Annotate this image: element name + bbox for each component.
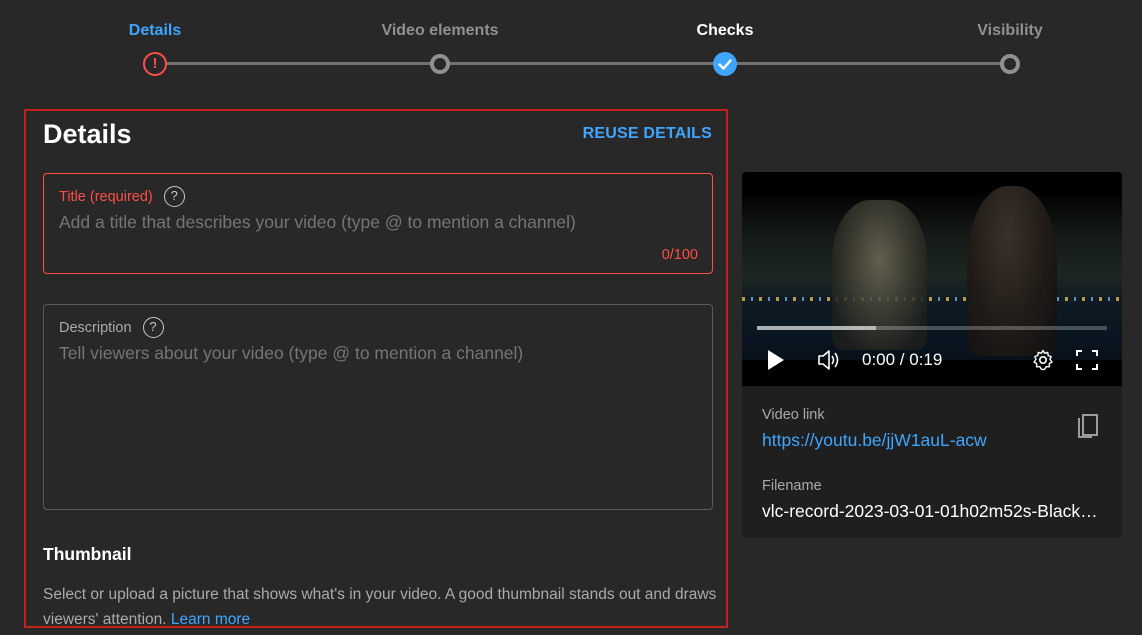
reuse-details-button[interactable]: REUSE DETAILS — [583, 125, 712, 143]
video-link[interactable]: https://youtu.be/jjW1auL-acw — [762, 430, 987, 451]
title-field[interactable]: Title (required) ? 0/100 — [43, 173, 713, 274]
thumbnail-description-text: Select or upload a picture that shows wh… — [43, 586, 717, 628]
video-preview-card: 0:00 / 0:19 Video link https://youtu.be/… — [742, 172, 1122, 538]
step-video-elements-label[interactable]: Video elements — [381, 22, 498, 40]
description-field-label: Description — [59, 319, 132, 336]
video-progress-fill — [757, 326, 876, 330]
learn-more-link[interactable]: Learn more — [171, 611, 250, 626]
description-field-label-row: Description ? — [59, 317, 164, 338]
thumbnail-description: Select or upload a picture that shows wh… — [43, 582, 723, 628]
video-time: 0:00 / 0:19 — [862, 350, 943, 369]
thumbnail-heading: Thumbnail — [43, 544, 132, 564]
step-video-elements-node[interactable] — [430, 54, 450, 74]
filename-label: Filename — [762, 478, 822, 494]
title-field-label: Title (required) — [59, 188, 153, 205]
step-checks-check-icon[interactable] — [713, 52, 737, 76]
stepper-track — [155, 62, 1010, 65]
description-field[interactable]: Description ? — [43, 304, 713, 510]
video-link-label: Video link — [762, 407, 825, 423]
fullscreen-icon[interactable] — [1075, 349, 1099, 371]
title-field-label-row: Title (required) ? — [59, 186, 185, 207]
step-visibility-node[interactable] — [1000, 54, 1020, 74]
filename: vlc-record-2023-03-01-01h02m52s-Black Pa… — [762, 501, 1102, 521]
volume-icon[interactable] — [817, 349, 841, 371]
video-frame-figure-right — [967, 186, 1057, 356]
step-checks-label[interactable]: Checks — [697, 22, 754, 40]
settings-icon[interactable] — [1031, 348, 1055, 372]
check-icon — [718, 59, 732, 70]
description-input[interactable] — [59, 343, 699, 364]
title-char-counter: 0/100 — [661, 247, 698, 263]
video-progress-bar[interactable] — [757, 326, 1107, 330]
step-details-label[interactable]: Details — [129, 22, 181, 40]
upload-stepper: Details Video elements Checks Visibility… — [0, 0, 1142, 90]
title-help-icon[interactable]: ? — [163, 186, 185, 207]
copy-icon[interactable] — [1075, 413, 1099, 441]
title-input[interactable] — [59, 212, 699, 233]
description-help-icon[interactable]: ? — [142, 317, 164, 338]
step-visibility-label[interactable]: Visibility — [977, 22, 1043, 40]
details-section: Details REUSE DETAILS Title (required) ?… — [24, 109, 728, 628]
play-icon[interactable] — [767, 349, 785, 371]
step-details-error-icon[interactable]: ! — [143, 52, 167, 76]
video-player[interactable]: 0:00 / 0:19 — [742, 172, 1122, 386]
video-frame-lights — [742, 297, 1122, 301]
letterbox-top — [742, 172, 1122, 196]
details-heading: Details — [43, 119, 132, 149]
error-glyph: ! — [152, 55, 158, 72]
